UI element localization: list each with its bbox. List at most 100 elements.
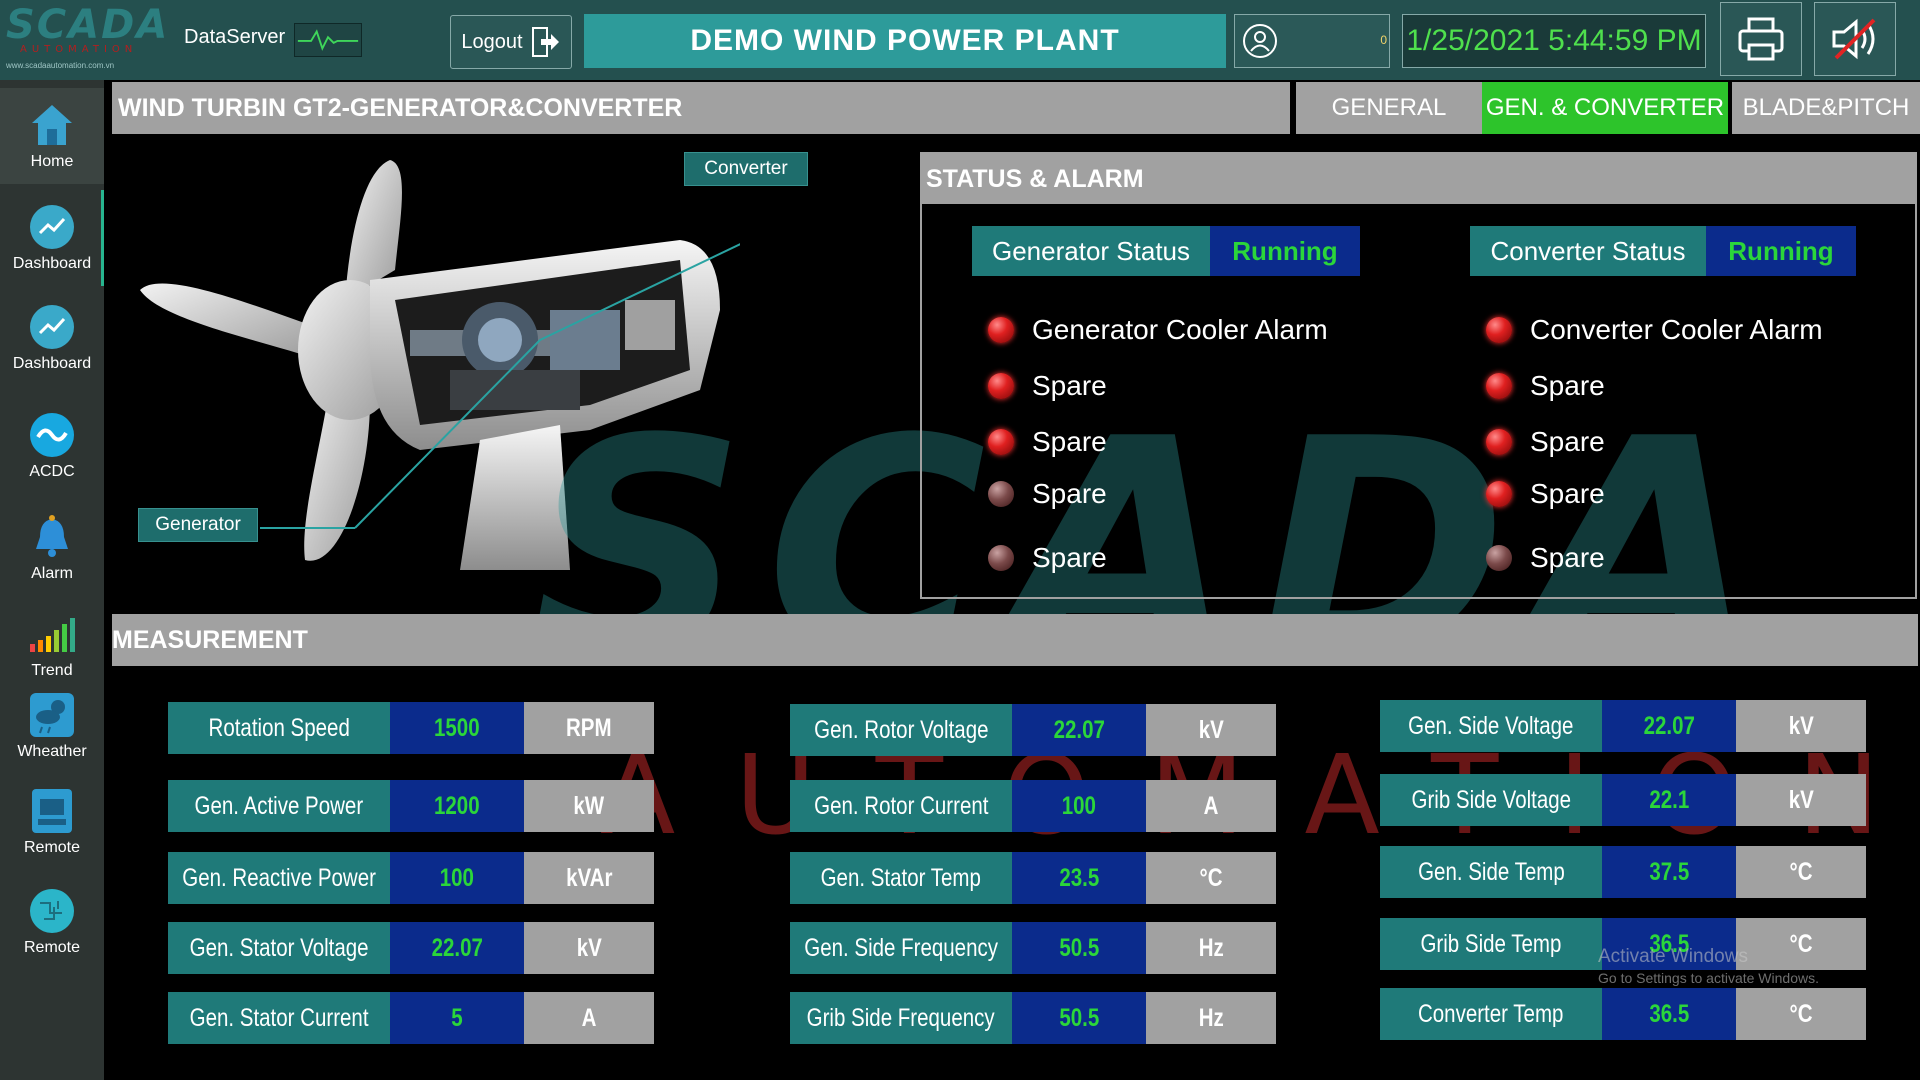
measurement-value: 50.5 bbox=[1012, 922, 1146, 974]
logout-button[interactable]: Logout bbox=[450, 15, 572, 69]
measurement-label: Gen. Stator Current bbox=[168, 992, 390, 1044]
sidebar-label-alarm: Alarm bbox=[31, 565, 73, 582]
sidebar-item-acdc[interactable]: ACDC bbox=[0, 398, 104, 494]
measurement-label: Grib Side Voltage bbox=[1380, 774, 1602, 826]
measurement-label: Gen. Stator Voltage bbox=[168, 922, 390, 974]
measurement-label: Gen. Stator Temp bbox=[790, 852, 1012, 904]
sidebar-item-remote[interactable]: Remote bbox=[0, 772, 104, 872]
measurement-row: Gen. Side Frequency 50.5 Hz bbox=[790, 922, 1276, 974]
sidebar-label-dashboard: Dashboard bbox=[12, 255, 92, 272]
measurement-label: Gen. Rotor Voltage bbox=[790, 704, 1012, 756]
alarm-row: Spare bbox=[1486, 426, 1605, 458]
measurement-unit: kVAr bbox=[524, 852, 654, 904]
sidebar-item-alarm[interactable]: Alarm bbox=[0, 500, 104, 596]
sidebar-item-dashboard[interactable]: Dashboard bbox=[0, 190, 104, 286]
measurement-unit: kV bbox=[1146, 704, 1276, 756]
alarm-label: Spare bbox=[1032, 478, 1107, 509]
measurement-row: Rotation Speed 1500 RPM bbox=[168, 702, 654, 754]
alarm-label: Generator Cooler Alarm bbox=[1032, 314, 1328, 345]
datetime-display: 1/25/2021 5:44:59 PM bbox=[1402, 14, 1706, 68]
alarm-led-icon bbox=[1486, 429, 1512, 455]
alarm-led-icon bbox=[1486, 481, 1512, 507]
bell-icon bbox=[36, 515, 68, 557]
measurement-row: Grib Side Temp 36.5 °C bbox=[1380, 918, 1866, 970]
measurement-value: 36.5 bbox=[1602, 918, 1736, 970]
measurement-row: Gen. Side Voltage 22.07 kV bbox=[1380, 700, 1866, 752]
alarm-row: Generator Cooler Alarm bbox=[988, 314, 1328, 346]
alarm-row: Spare bbox=[1486, 542, 1605, 574]
mute-button[interactable] bbox=[1814, 2, 1896, 76]
wind-turbine-nacelle-image bbox=[140, 160, 754, 570]
remote-icon bbox=[32, 789, 72, 833]
alarm-label: Spare bbox=[1530, 542, 1605, 573]
alarm-label: Spare bbox=[1032, 542, 1107, 573]
measurement-unit: RPM bbox=[524, 702, 654, 754]
measurement-unit: kV bbox=[524, 922, 654, 974]
chart-icon bbox=[30, 205, 74, 249]
user-value: 0 bbox=[1380, 33, 1387, 47]
alarm-row: Spare bbox=[988, 478, 1107, 510]
converter-status: Converter Status Running bbox=[1470, 226, 1856, 276]
sidebar-item-home[interactable]: Home bbox=[0, 88, 104, 184]
top-bar: SCADA AUTOMATION www.scadaautomation.com… bbox=[0, 0, 1920, 80]
tab-gen-converter[interactable]: GEN. & CONVERTER bbox=[1482, 82, 1728, 134]
measurement-value: 37.5 bbox=[1602, 846, 1736, 898]
measurement-unit: °C bbox=[1736, 918, 1866, 970]
sidebar-label-weather: Wheather bbox=[17, 743, 87, 760]
measurement-row: Gen. Rotor Voltage 22.07 kV bbox=[790, 704, 1276, 756]
alarm-led-icon bbox=[988, 429, 1014, 455]
measurement-row: Gen. Side Temp 37.5 °C bbox=[1380, 846, 1866, 898]
sidebar-label-acdc: ACDC bbox=[29, 463, 75, 480]
sidebar-label-remote-2: Remote bbox=[23, 939, 81, 956]
generator-status: Generator Status Running bbox=[972, 226, 1360, 276]
alarm-row: Converter Cooler Alarm bbox=[1486, 314, 1823, 346]
alarm-row: Spare bbox=[988, 542, 1107, 574]
sidebar-label-trend: Trend bbox=[31, 662, 73, 679]
alarm-label: Spare bbox=[1032, 370, 1107, 401]
alarm-led-icon bbox=[988, 317, 1014, 343]
measurement-value: 36.5 bbox=[1602, 988, 1736, 1040]
status-alarm-title: STATUS & ALARM bbox=[922, 154, 1915, 204]
home-icon bbox=[32, 105, 72, 145]
logout-icon bbox=[531, 27, 559, 57]
alarm-label: Spare bbox=[1032, 426, 1107, 457]
generator-callout: Generator bbox=[138, 508, 258, 542]
sidebar: Home Dashboard Dashboard ACDC Alarm Tren… bbox=[0, 80, 104, 1080]
sidebar-label-remote: Remote bbox=[23, 839, 81, 856]
measurement-value: 23.5 bbox=[1012, 852, 1146, 904]
measurement-row: Grib Side Voltage 22.1 kV bbox=[1380, 774, 1866, 826]
tab-blade-pitch[interactable]: BLADE&PITCH bbox=[1732, 82, 1920, 134]
measurement-row: Grib Side Frequency 50.5 Hz bbox=[790, 992, 1276, 1044]
converter-callout: Converter bbox=[684, 152, 808, 186]
measurement-unit: A bbox=[1146, 780, 1276, 832]
measurement-value: 50.5 bbox=[1012, 992, 1146, 1044]
activate-windows-subtitle: Go to Settings to activate Windows. bbox=[1598, 970, 1819, 986]
tab-general[interactable]: GENERAL bbox=[1296, 82, 1482, 134]
measurement-label: Gen. Side Temp bbox=[1380, 846, 1602, 898]
ac-dc-icon bbox=[30, 413, 74, 457]
measurement-value: 22.1 bbox=[1602, 774, 1736, 826]
measurement-row: Gen. Rotor Current 100 A bbox=[790, 780, 1276, 832]
sidebar-item-dashboard-2[interactable]: Dashboard bbox=[0, 290, 104, 386]
converter-status-label: Converter Status bbox=[1470, 226, 1706, 276]
sidebar-label-dashboard-2: Dashboard bbox=[12, 355, 92, 372]
measurement-label: Grib Side Frequency bbox=[790, 992, 1012, 1044]
measurement-value: 1200 bbox=[390, 780, 524, 832]
sidebar-item-trend[interactable]: Trend bbox=[0, 602, 104, 688]
measurement-unit: °C bbox=[1736, 846, 1866, 898]
alarm-row: Spare bbox=[1486, 478, 1605, 510]
generator-status-label: Generator Status bbox=[972, 226, 1210, 276]
sidebar-item-weather[interactable]: Wheather bbox=[0, 680, 104, 772]
measurement-label: Gen. Side Frequency bbox=[790, 922, 1012, 974]
measurement-value: 22.07 bbox=[1012, 704, 1146, 756]
bar-trend-icon bbox=[30, 618, 75, 652]
user-box[interactable]: 0 bbox=[1234, 14, 1390, 68]
print-button[interactable] bbox=[1720, 2, 1802, 76]
page-title: WIND TURBIN GT2-GENERATOR&CONVERTER bbox=[112, 82, 1290, 134]
alarm-led-icon bbox=[1486, 545, 1512, 571]
sidebar-item-remote-2[interactable]: Remote bbox=[0, 872, 104, 972]
measurement-unit: Hz bbox=[1146, 992, 1276, 1044]
heartbeat-icon bbox=[294, 23, 362, 57]
measurement-label: Gen. Active Power bbox=[168, 780, 390, 832]
measurement-label: Gen. Side Voltage bbox=[1380, 700, 1602, 752]
